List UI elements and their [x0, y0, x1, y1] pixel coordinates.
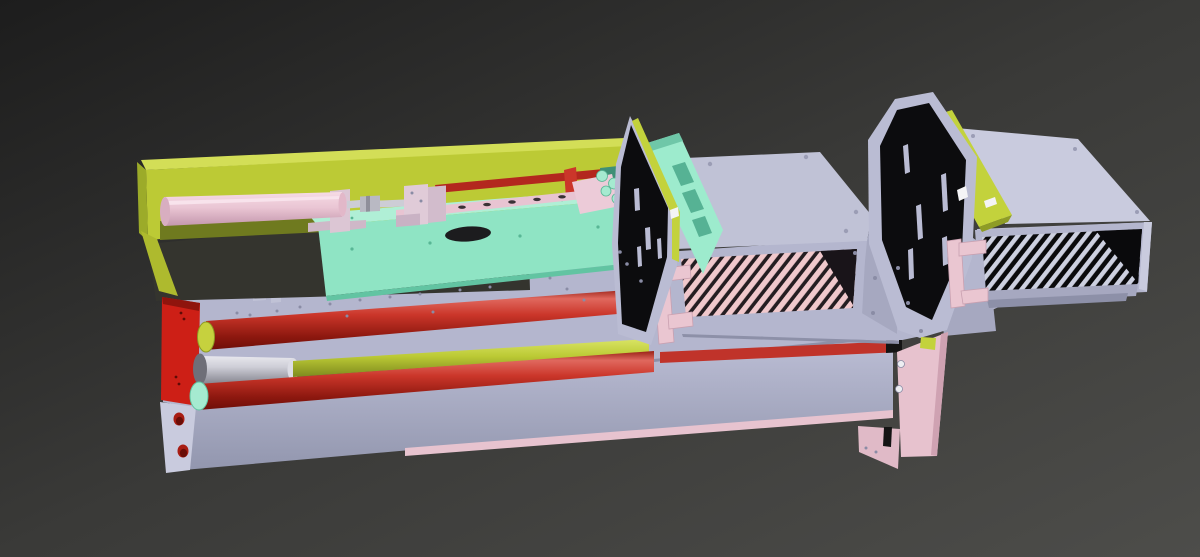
piston-rod-stub: [380, 199, 404, 208]
rod-coupler-band: [366, 195, 370, 212]
end-bracket-foot: [396, 213, 420, 227]
column-yellow-pad: [920, 337, 936, 350]
upper-roller-yellow-cap: [197, 321, 215, 353]
cad-viewport-window: [0, 0, 1200, 557]
handle-tab: [667, 311, 694, 330]
lower-roller-mint-cap: [189, 381, 209, 411]
end-bracket-flange: [428, 185, 446, 223]
handle-tab: [960, 287, 989, 305]
piston-rod-stub: [347, 200, 360, 209]
pink-cylinder-left-cap: [160, 197, 170, 226]
silver-cylinder-left-cap: [193, 353, 207, 385]
3d-viewport[interactable]: [0, 0, 1200, 557]
pink-cylinder-right-cap: [338, 192, 347, 217]
foot-slot: [883, 427, 892, 447]
handle-tab: [958, 239, 987, 257]
